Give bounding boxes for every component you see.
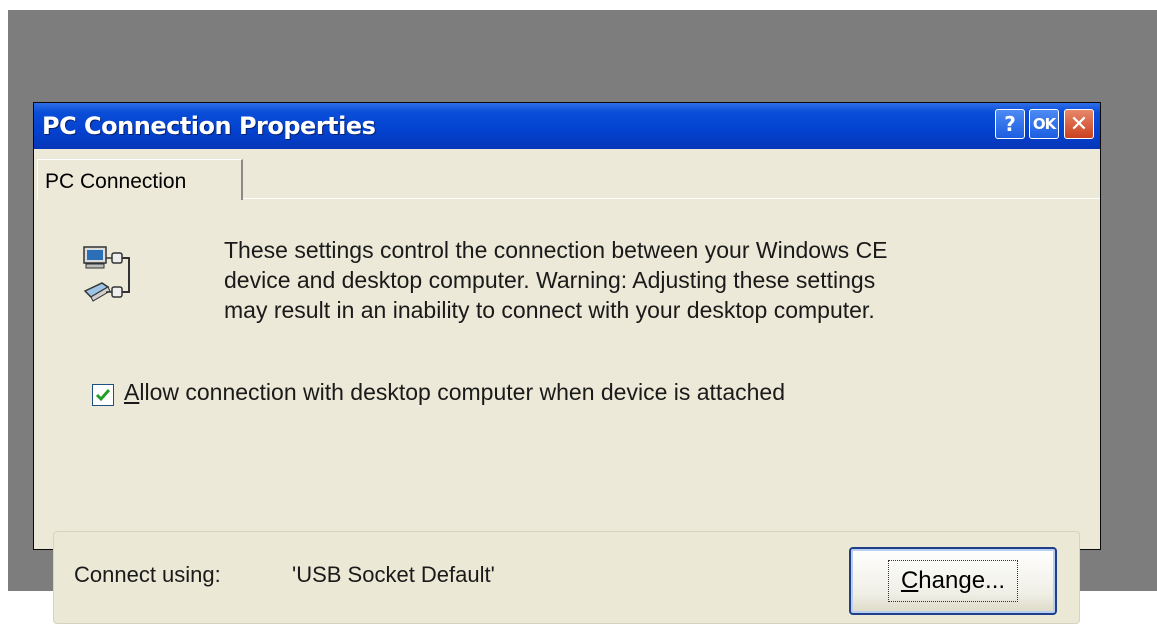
window-title: PC Connection Properties — [42, 112, 376, 140]
ok-button[interactable]: OK — [1029, 109, 1059, 139]
change-button-mnemonic: C — [900, 567, 919, 594]
description-text: These settings control the connection be… — [224, 235, 1064, 325]
tab-strip: PC Connection — [34, 149, 1100, 200]
allow-connection-mnemonic: A — [124, 379, 140, 405]
description-line: device and desktop computer. Warning: Ad… — [224, 267, 876, 293]
checkmark-icon — [95, 389, 111, 402]
change-button[interactable]: Change... — [849, 547, 1057, 615]
tab-panel-pc-connection: These settings control the connection be… — [34, 199, 1100, 624]
connect-using-label: Connect using: — [74, 562, 221, 587]
description-line: may result in an inability to connect wi… — [224, 297, 875, 323]
connect-using-value: 'USB Socket Default' — [292, 562, 495, 587]
connect-using-group: Connect using: 'USB Socket Default' Chan… — [53, 531, 1080, 624]
allow-connection-label[interactable]: Allow connection with desktop computer w… — [124, 379, 785, 406]
pc-connection-icon — [83, 246, 130, 302]
title-bar[interactable]: PC Connection Properties ? OK ✕ — [34, 103, 1100, 149]
close-button[interactable]: ✕ — [1064, 109, 1094, 139]
help-button[interactable]: ? — [995, 109, 1025, 139]
description-line: These settings control the connection be… — [224, 237, 888, 263]
properties-dialog: PC Connection Properties ? OK ✕ PC Conne… — [33, 102, 1101, 624]
allow-connection-label-text: llow connection with desktop computer wh… — [139, 379, 785, 405]
tab-pc-connection[interactable]: PC Connection — [37, 159, 243, 200]
change-button-focus: Change... — [887, 560, 1019, 602]
allow-connection-checkbox[interactable] — [92, 384, 114, 406]
change-button-label: hange... — [918, 567, 1006, 594]
